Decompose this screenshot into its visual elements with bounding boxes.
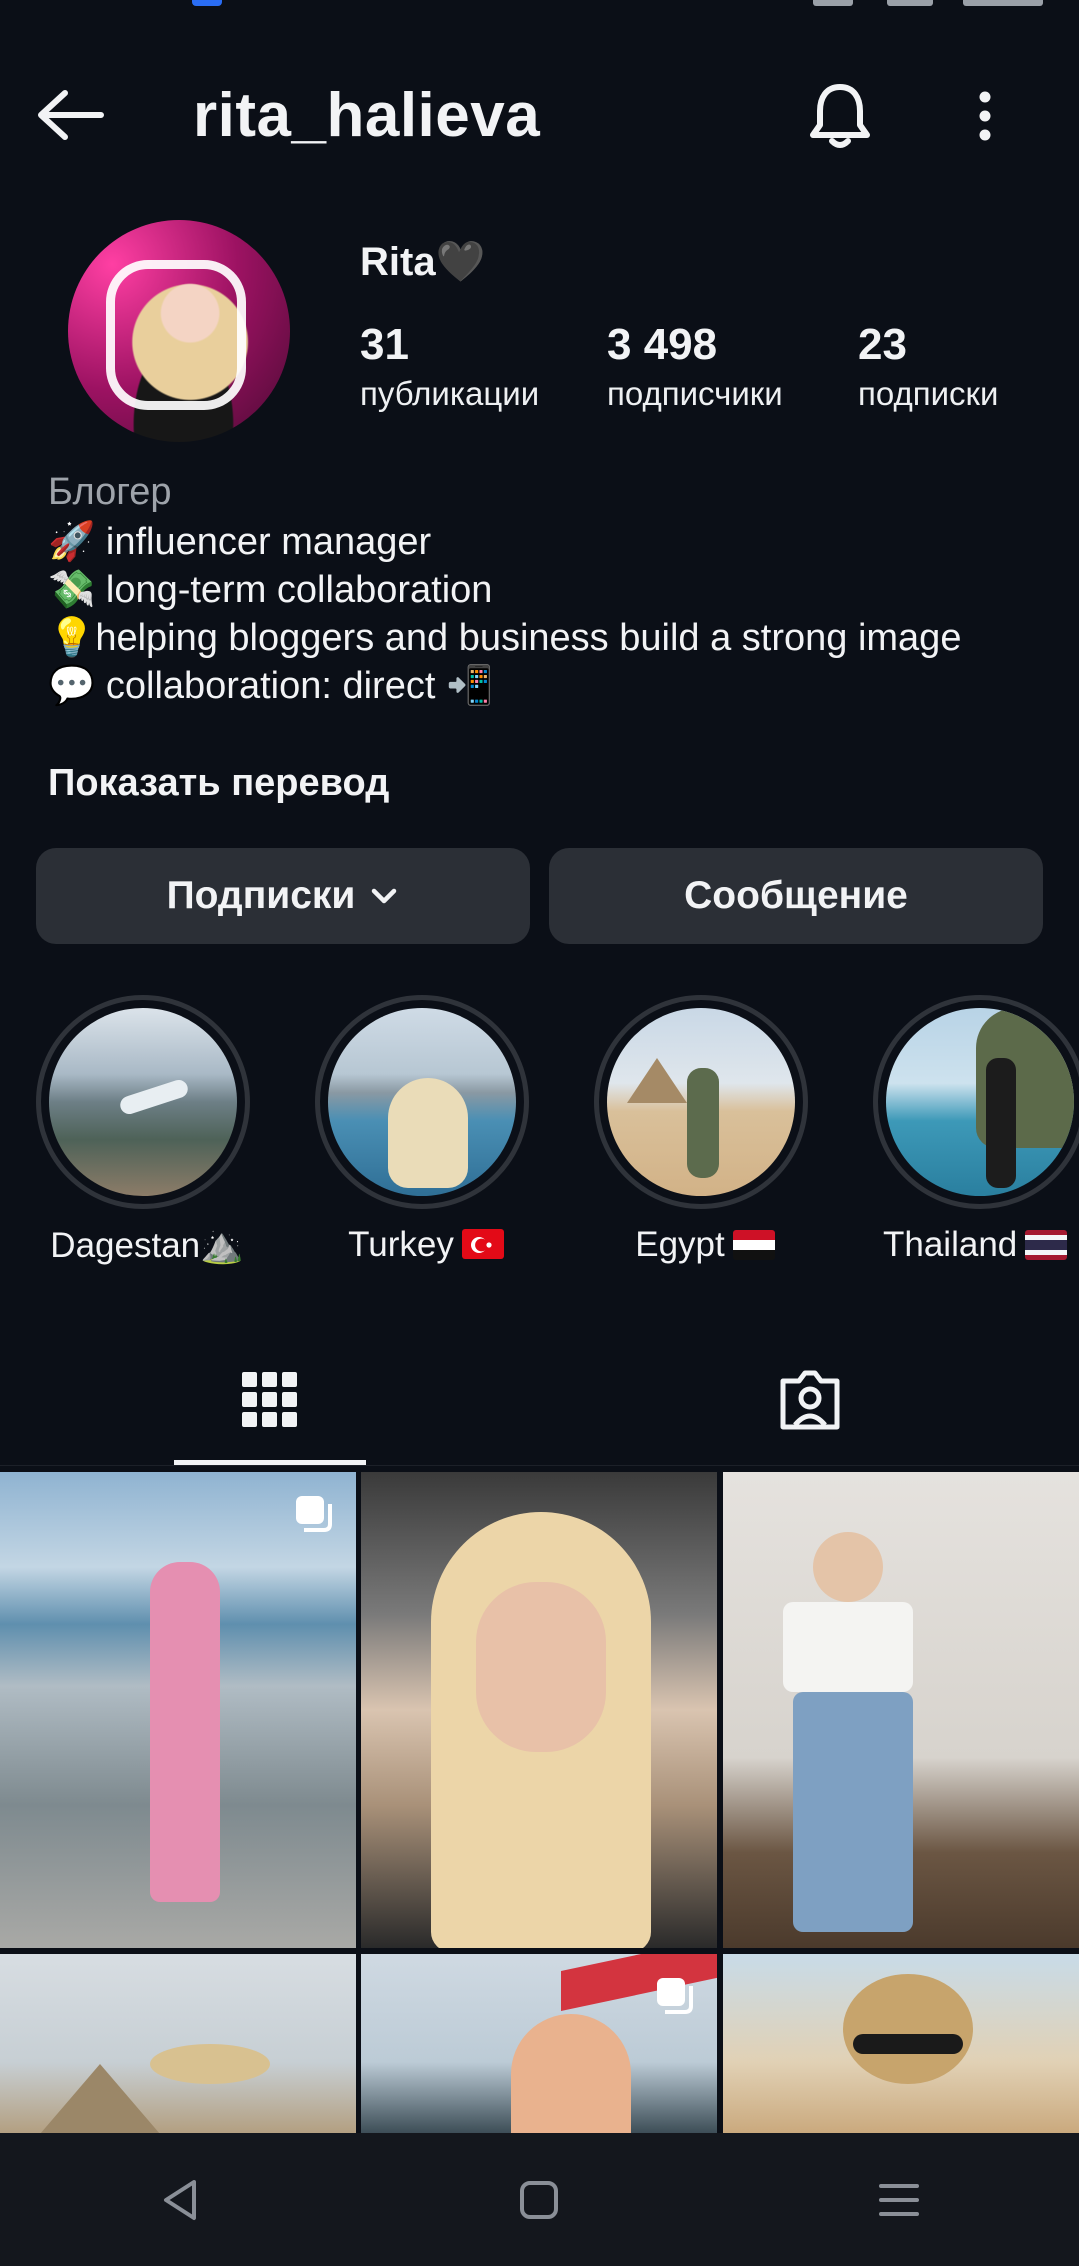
post-thumbnail[interactable] <box>0 1954 356 2134</box>
stat-followers[interactable]: 3 498 подписчики <box>607 318 783 416</box>
message-button-label: Сообщение <box>684 874 908 917</box>
tagged-person-icon <box>780 1370 840 1430</box>
stat-posts-count: 31 <box>360 320 409 369</box>
tab-tagged[interactable] <box>714 1345 906 1455</box>
post-thumbnail[interactable] <box>723 1954 1079 2134</box>
message-button[interactable]: Сообщение <box>549 848 1043 944</box>
bio-line: 🚀 influencer manager <box>48 521 432 563</box>
post-thumbnail[interactable] <box>361 1472 717 1948</box>
post-thumbnail[interactable] <box>361 1954 717 2134</box>
highlight-cover <box>607 1008 795 1196</box>
more-options-button[interactable] <box>950 76 1020 156</box>
profile-avatar[interactable] <box>68 220 290 442</box>
bio-line: 💸 long-term collaboration <box>48 569 493 611</box>
highlight-label: Egypt <box>570 1225 840 1265</box>
bio-text: 🚀 influencer manager 💸 long-term collabo… <box>48 518 1048 710</box>
profile-username: rita_halieva <box>193 81 541 150</box>
post-thumbnail[interactable] <box>0 1472 356 1948</box>
stat-following[interactable]: 23 подписки <box>858 318 998 416</box>
multiple-photos-icon <box>657 1978 693 2014</box>
stat-followers-label: подписчики <box>607 375 783 412</box>
profile-category: Блогер <box>48 471 172 513</box>
highlight-cover <box>886 1008 1074 1196</box>
tab-posts-grid[interactable] <box>174 1345 366 1455</box>
nav-home-icon <box>520 2180 559 2219</box>
highlight-label: Thailand <box>883 1225 1079 1265</box>
status-indicator <box>192 0 222 6</box>
egypt-flag-icon <box>732 1230 775 1260</box>
avatar-logo-frame <box>106 260 246 410</box>
highlight-label: Turkey <box>291 1225 561 1265</box>
back-button[interactable] <box>30 80 110 150</box>
nav-menu-button[interactable] <box>854 2155 944 2245</box>
stat-posts[interactable]: 31 публикации <box>360 318 539 416</box>
highlight-cover <box>49 1008 237 1196</box>
post-thumbnail[interactable] <box>723 1472 1079 1948</box>
nav-back-button[interactable] <box>135 2155 225 2245</box>
bio-line: 💡helping bloggers and business build a s… <box>48 617 962 659</box>
system-nav-bar <box>0 2133 1079 2266</box>
nav-menu-icon <box>879 2183 920 2216</box>
stat-following-label: подписки <box>858 375 999 412</box>
status-icons <box>813 0 1043 6</box>
show-translation-link[interactable]: Показать перевод <box>48 762 389 805</box>
following-button-label: Подписки <box>166 874 356 917</box>
more-vertical-icon <box>979 91 991 141</box>
notifications-button[interactable] <box>800 76 880 156</box>
stat-following-count: 23 <box>858 320 907 369</box>
following-button[interactable]: Подписки <box>36 848 530 944</box>
tab-divider <box>0 1465 1079 1466</box>
grid-icon <box>242 1372 297 1427</box>
highlight-cover <box>328 1008 516 1196</box>
nav-home-button[interactable] <box>494 2155 584 2245</box>
bell-icon <box>810 84 870 148</box>
arrow-left-icon <box>38 90 104 140</box>
turkey-flag-icon <box>461 1229 504 1259</box>
stat-posts-label: публикации <box>360 375 540 412</box>
multiple-photos-icon <box>296 1496 332 1532</box>
profile-display-name: Rita🖤 <box>360 240 486 284</box>
bio-line: 💬 collaboration: direct 📲 <box>48 665 494 707</box>
status-bar <box>0 0 1079 20</box>
highlight-label: Dagestan⛰️ <box>50 1226 244 1265</box>
nav-back-icon <box>163 2179 196 2220</box>
stat-followers-count: 3 498 <box>607 320 718 369</box>
chevron-down-icon <box>372 888 397 904</box>
thailand-flag-icon <box>1025 1230 1068 1260</box>
